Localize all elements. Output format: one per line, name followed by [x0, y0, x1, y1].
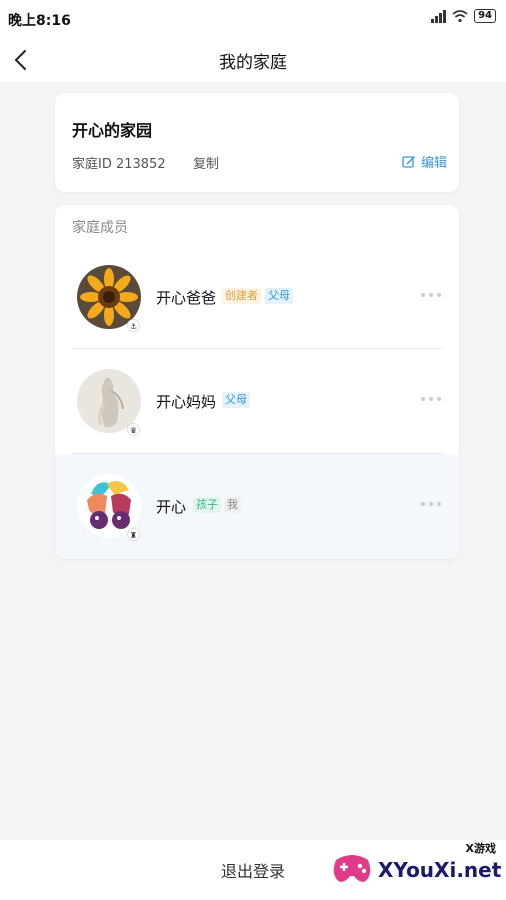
- member-name: 开心: [156, 498, 187, 516]
- gamepad-logo-icon: [333, 855, 371, 882]
- edit-icon: [402, 155, 416, 168]
- more-icon[interactable]: [421, 397, 441, 401]
- more-icon[interactable]: [421, 293, 441, 297]
- avatar-badge-icon: ⚓: [127, 319, 140, 332]
- status-time: 晚上8:16: [8, 13, 71, 29]
- status-icons: 94: [431, 9, 496, 23]
- members-card: 家庭成员 ⚓ 开心爸爸 创建者 父母 ♛ 开心妈妈 父母 ♜ 开心 孩子 我: [55, 205, 459, 559]
- members-section-title: 家庭成员: [72, 220, 128, 236]
- avatar-badge-icon: ♜: [127, 528, 140, 541]
- member-row[interactable]: ♛ 开心妈妈 父母: [55, 349, 459, 454]
- member-name: 开心爸爸: [156, 289, 217, 307]
- me-tag: 我: [224, 497, 241, 513]
- watermark-small-text: X游戏: [465, 842, 496, 855]
- member-row[interactable]: ♜ 开心 孩子 我: [55, 454, 459, 559]
- battery-icon: 94: [474, 9, 496, 23]
- family-info-card: 开心的家园 家庭ID 213852 复制 编辑: [55, 93, 459, 192]
- copy-button[interactable]: 复制: [193, 153, 219, 172]
- watermark-text: XYouXi.net: [378, 858, 502, 882]
- child-tag: 孩子: [193, 497, 221, 513]
- avatar-badge-icon: ♛: [127, 423, 140, 436]
- family-name: 开心的家园: [72, 121, 153, 140]
- watermark: X游戏 XYouXi.net: [330, 840, 502, 892]
- signal-icon: [431, 9, 447, 23]
- parent-tag: 父母: [265, 288, 293, 304]
- family-id: 家庭ID 213852: [72, 157, 166, 172]
- wifi-icon: [452, 10, 468, 23]
- nav-bar: 我的家庭: [0, 38, 506, 82]
- creator-tag: 创建者: [222, 288, 261, 304]
- edit-button[interactable]: 编辑: [402, 152, 447, 171]
- status-bar: 晚上8:16 94: [0, 0, 506, 38]
- parent-tag: 父母: [222, 392, 250, 408]
- page-title: 我的家庭: [219, 53, 287, 73]
- more-icon[interactable]: [421, 502, 441, 506]
- edit-label: 编辑: [420, 156, 447, 171]
- member-name: 开心妈妈: [156, 393, 217, 411]
- member-row[interactable]: ⚓ 开心爸爸 创建者 父母: [55, 245, 459, 350]
